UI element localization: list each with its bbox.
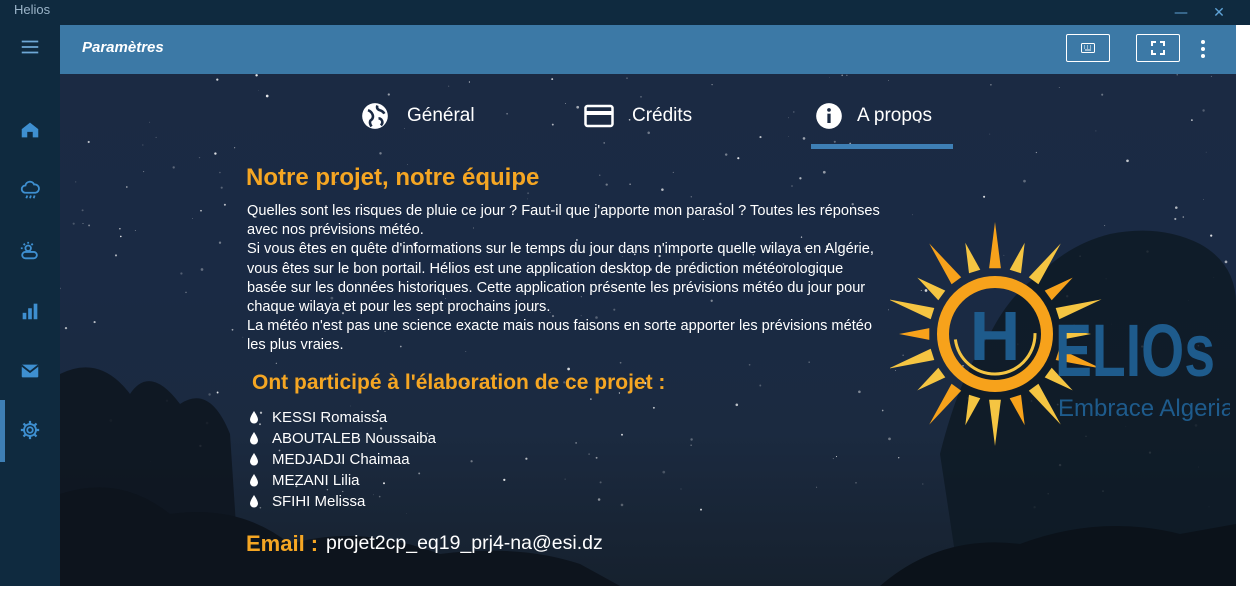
fullscreen-button[interactable] xyxy=(1136,34,1180,62)
tab-about[interactable]: A propos xyxy=(815,96,932,136)
sun-ray xyxy=(890,348,935,369)
about-panel: Général Crédits A propos Notre projet, n… xyxy=(60,74,1236,586)
sun-ray xyxy=(965,242,981,274)
team-title: Ont participé à l'élaboration de ce proj… xyxy=(252,371,666,394)
sidebar-item-home[interactable] xyxy=(0,108,60,152)
sidebar-item-statistics[interactable] xyxy=(0,289,60,333)
drop-icon xyxy=(250,411,258,424)
list-item: MEDJADJI Chaimaa xyxy=(247,449,436,470)
list-item: KESSI Romaissa xyxy=(247,407,436,428)
team-member-name: MEDJADJI Chaimaa xyxy=(272,451,410,468)
sidebar-item-weather[interactable] xyxy=(0,229,60,273)
tab-about-label: A propos xyxy=(857,105,932,126)
tab-general[interactable]: Général xyxy=(361,96,475,136)
keyboard-icon xyxy=(1081,43,1095,53)
sun-cloud-icon xyxy=(20,241,38,260)
sun-ray xyxy=(890,299,935,320)
minimize-button[interactable]: — xyxy=(1170,3,1192,23)
sun-ray xyxy=(989,222,1001,269)
app-window: Helios — ✕ Paramètres Général Crédits A … xyxy=(0,0,1250,600)
tab-credits-label: Crédits xyxy=(632,105,693,126)
email-label: Email : xyxy=(246,531,319,556)
team-list: KESSI Romaissa ABOUTALEB Noussaiba MEDJA… xyxy=(247,407,436,512)
more-options-button[interactable] xyxy=(1193,37,1213,61)
sun-ray xyxy=(1009,394,1025,426)
credit-card-icon xyxy=(584,104,614,128)
description-paragraph: Si vous êtes en quête d'informations sur… xyxy=(247,241,874,316)
sun-ray xyxy=(989,399,1001,446)
drop-icon xyxy=(250,495,258,508)
title-bar: Helios — ✕ xyxy=(0,0,1250,25)
tab-credits[interactable]: Crédits xyxy=(584,96,692,136)
active-indicator xyxy=(0,400,5,462)
info-icon xyxy=(816,103,842,129)
active-tab-indicator xyxy=(811,144,953,149)
drop-icon xyxy=(250,453,258,466)
logo-tagline: Embrace Algeria xyxy=(1058,395,1230,422)
list-item: SFIHI Melissa xyxy=(247,491,436,512)
logo-letter-h: H xyxy=(970,297,1021,375)
right-edge xyxy=(1236,25,1250,586)
logo-wordmark: ELIOs xyxy=(1055,309,1215,392)
page-title: Paramètres xyxy=(82,39,164,56)
project-description: Quelles sont les risques de pluie ce jou… xyxy=(247,202,887,356)
team-member-name: SFIHI Melissa xyxy=(272,493,366,510)
sun-ray xyxy=(929,243,962,285)
fullscreen-icon xyxy=(1151,41,1165,55)
description-paragraph: Quelles sont les risques de pluie ce jou… xyxy=(247,203,880,239)
sun-ray xyxy=(965,394,981,426)
bar-chart-icon xyxy=(22,303,38,320)
helios-logo: H ELIOs Embrace Algeria xyxy=(890,222,1230,446)
sun-ray xyxy=(929,383,962,425)
more-vertical-icon xyxy=(1201,40,1205,44)
drop-icon xyxy=(250,474,258,487)
tab-general-label: Général xyxy=(407,105,475,126)
sidebar-item-forecast[interactable] xyxy=(0,168,60,212)
sun-ray xyxy=(917,367,946,391)
home-icon xyxy=(21,122,39,138)
keyboard-button[interactable] xyxy=(1066,34,1110,62)
sidebar xyxy=(0,25,60,586)
cloud-rain-icon xyxy=(20,180,40,199)
header: Paramètres xyxy=(60,25,1236,74)
menu-button[interactable] xyxy=(0,25,60,69)
list-item: ABOUTALEB Noussaiba xyxy=(247,428,436,449)
sidebar-item-contact[interactable] xyxy=(0,349,60,393)
team-member-name: KESSI Romaissa xyxy=(272,409,388,426)
mail-icon xyxy=(21,364,39,378)
team-member-name: ABOUTALEB Noussaiba xyxy=(272,430,436,447)
description-paragraph: La météo n'est pas une science exacte ma… xyxy=(247,318,872,354)
sun-ray xyxy=(1028,243,1061,285)
globe-icon xyxy=(362,103,388,129)
sun-ray xyxy=(917,277,946,301)
drop-icon xyxy=(250,432,258,445)
gear-icon xyxy=(20,420,40,440)
hamburger-icon xyxy=(21,40,39,54)
list-item: MEZANI Lilia xyxy=(247,470,436,491)
sidebar-item-settings[interactable] xyxy=(0,408,60,452)
sun-ray xyxy=(899,328,930,340)
bottom-edge xyxy=(0,586,1250,600)
app-title: Helios xyxy=(14,2,51,17)
team-member-name: MEZANI Lilia xyxy=(272,472,360,489)
section-title: Notre projet, notre équipe xyxy=(246,164,540,191)
close-button[interactable]: ✕ xyxy=(1208,3,1230,23)
sun-ray xyxy=(1009,242,1025,274)
sun-ray xyxy=(1044,277,1073,301)
email-address[interactable]: projet2cp_eq19_prj4-na@esi.dz xyxy=(326,532,603,555)
